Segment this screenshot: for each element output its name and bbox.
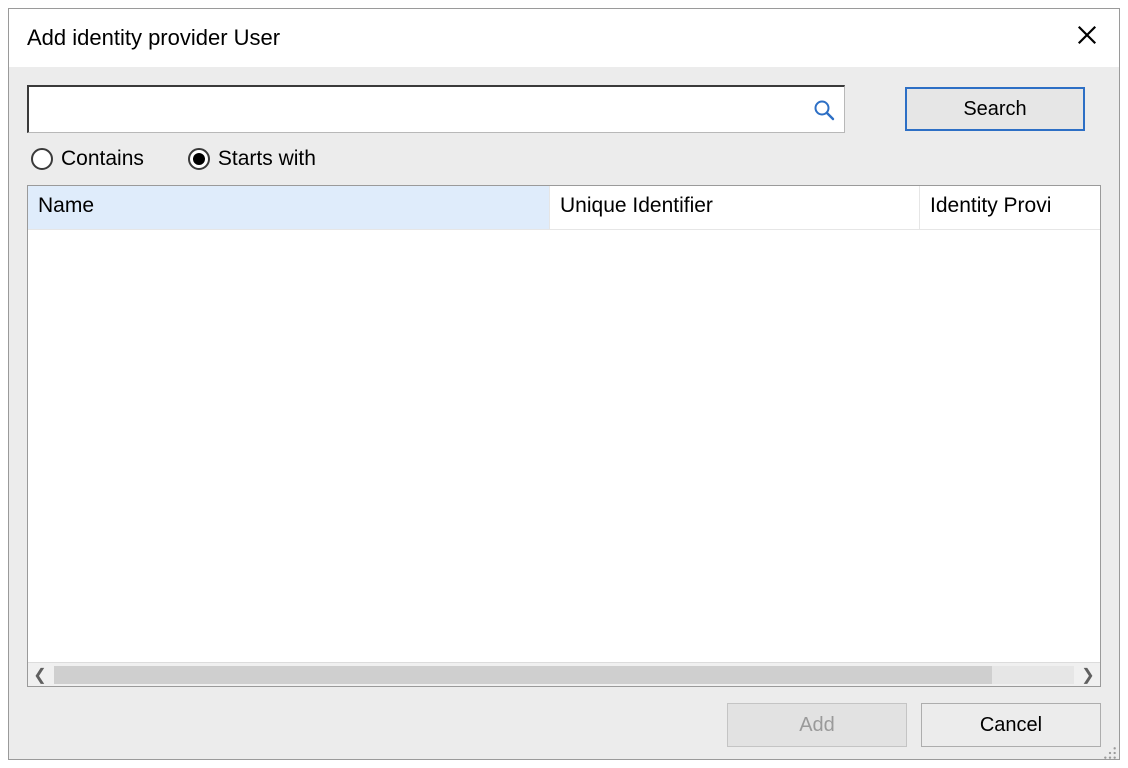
- close-button[interactable]: [1073, 24, 1101, 52]
- scroll-track[interactable]: [54, 666, 1074, 684]
- column-header-unique-identifier[interactable]: Unique Identifier: [550, 186, 920, 229]
- titlebar: Add identity provider User: [9, 9, 1119, 67]
- grid-body: [28, 230, 1100, 662]
- scroll-thumb[interactable]: [54, 666, 992, 684]
- scroll-left-arrow-icon[interactable]: ❮: [28, 664, 52, 686]
- search-button[interactable]: Search: [905, 87, 1085, 131]
- column-header-name[interactable]: Name: [28, 186, 550, 229]
- scroll-right-arrow-icon[interactable]: ❯: [1076, 664, 1100, 686]
- radio-starts-with[interactable]: Starts with: [188, 147, 316, 171]
- radio-contains[interactable]: Contains: [31, 147, 144, 171]
- column-header-identity-provider[interactable]: Identity Provi: [920, 186, 1100, 229]
- horizontal-scrollbar[interactable]: ❮ ❯: [28, 662, 1100, 686]
- add-button: Add: [727, 703, 907, 747]
- grid-header: Name Unique Identifier Identity Provi: [28, 186, 1100, 230]
- add-identity-provider-dialog: Add identity provider User Search Contai…: [8, 8, 1120, 760]
- results-grid: Name Unique Identifier Identity Provi ❮ …: [27, 185, 1101, 687]
- radio-outline-icon: [31, 148, 53, 170]
- filter-radio-group: Contains Starts with: [27, 147, 1101, 171]
- search-box: [27, 85, 845, 133]
- search-row: Search: [27, 85, 1101, 133]
- dialog-title: Add identity provider User: [27, 25, 280, 51]
- dialog-body: Search Contains Starts with Name Unique …: [9, 67, 1119, 759]
- radio-startswith-label: Starts with: [218, 147, 316, 171]
- search-icon: [812, 98, 836, 122]
- radio-outline-icon: [188, 148, 210, 170]
- close-icon: [1076, 24, 1098, 52]
- cancel-button[interactable]: Cancel: [921, 703, 1101, 747]
- search-input[interactable]: [35, 87, 806, 132]
- radio-contains-label: Contains: [61, 147, 144, 171]
- resize-grip-icon: [1103, 743, 1117, 757]
- dialog-button-row: Add Cancel: [27, 703, 1101, 747]
